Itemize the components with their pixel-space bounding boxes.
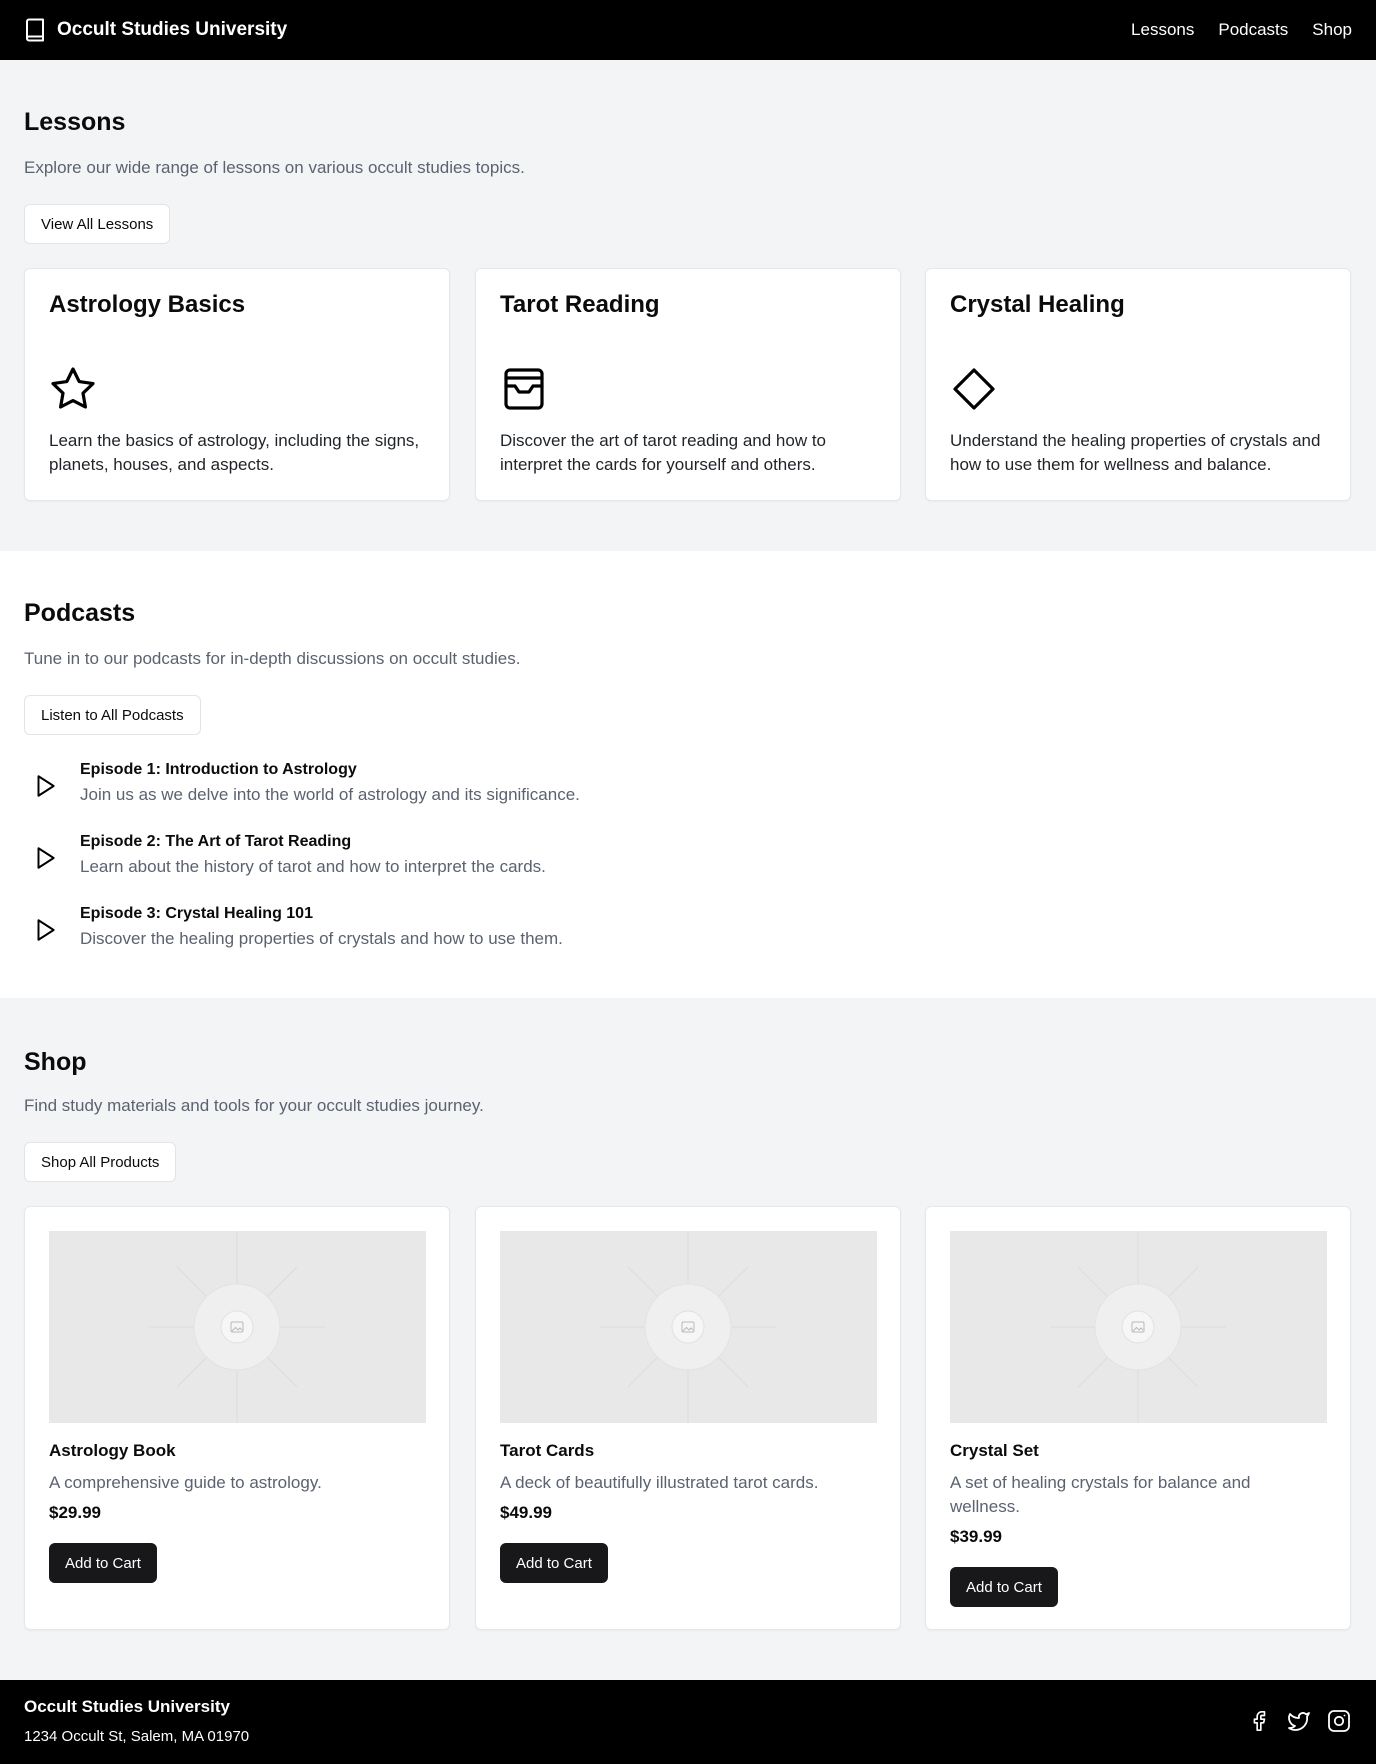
tarot-card-icon <box>500 365 548 413</box>
lesson-text: Understand the healing properties of cry… <box>950 431 1321 474</box>
product-description: A deck of beautifully illustrated tarot … <box>500 1473 819 1492</box>
add-to-cart-button[interactable]: Add to Cart <box>500 1543 608 1583</box>
product-card-astrology-book: Astrology Book A comprehensive guide to … <box>24 1206 450 1630</box>
facebook-icon[interactable] <box>1246 1708 1272 1734</box>
site-footer: Occult Studies University 1234 Occult St… <box>0 1680 1376 1764</box>
product-image-placeholder <box>950 1231 1327 1423</box>
episode-title: Episode 3: Crystal Healing 101 <box>80 905 313 922</box>
product-name: Crystal Set <box>950 1441 1039 1460</box>
product-description: A set of healing crystals for balance an… <box>950 1473 1251 1516</box>
twitter-icon[interactable] <box>1286 1708 1312 1734</box>
podcast-episode[interactable]: Episode 2: The Art of Tarot Reading Lear… <box>24 833 924 885</box>
nav-link-podcasts[interactable]: Podcasts <box>1218 20 1288 40</box>
brand[interactable]: Occult Studies University <box>24 18 287 42</box>
play-icon[interactable] <box>32 845 58 871</box>
footer-brand-name: Occult Studies University <box>24 1697 230 1716</box>
episode-description: Join us as we delve into the world of as… <box>80 785 580 804</box>
product-image-placeholder <box>49 1231 426 1423</box>
book-icon <box>24 18 46 42</box>
product-card-crystal-set: Crystal Set A set of healing crystals fo… <box>925 1206 1351 1630</box>
social-links <box>1246 1708 1352 1734</box>
product-price: $49.99 <box>500 1503 552 1522</box>
shop-title: Shop <box>24 1048 87 1076</box>
play-icon[interactable] <box>32 917 58 943</box>
lesson-card-astrology[interactable]: Astrology Basics Learn the basics of ast… <box>24 268 450 501</box>
nav-link-shop[interactable]: Shop <box>1312 20 1352 40</box>
lessons-title: Lessons <box>24 108 126 136</box>
product-price: $29.99 <box>49 1503 101 1522</box>
add-to-cart-button[interactable]: Add to Cart <box>950 1567 1058 1607</box>
nav-link-lessons[interactable]: Lessons <box>1131 20 1194 40</box>
episode-title: Episode 2: The Art of Tarot Reading <box>80 833 352 850</box>
lesson-title: Crystal Healing <box>950 291 1125 318</box>
product-image-placeholder <box>500 1231 877 1423</box>
play-icon[interactable] <box>32 773 58 799</box>
product-price: $39.99 <box>950 1527 1002 1546</box>
site-header: Occult Studies University Lessons Podcas… <box>0 0 1376 60</box>
podcast-episode[interactable]: Episode 1: Introduction to Astrology Joi… <box>24 761 924 813</box>
product-description: A comprehensive guide to astrology. <box>49 1473 322 1492</box>
podcasts-description: Tune in to our podcasts for in-depth dis… <box>24 649 521 668</box>
product-card-tarot-cards: Tarot Cards A deck of beautifully illust… <box>475 1206 901 1630</box>
add-to-cart-button[interactable]: Add to Cart <box>49 1543 157 1583</box>
podcast-episode[interactable]: Episode 3: Crystal Healing 101 Discover … <box>24 905 924 957</box>
shop-all-products-button[interactable]: Shop All Products <box>24 1142 177 1182</box>
lesson-text: Discover the art of tarot reading and ho… <box>500 431 827 474</box>
lesson-text: Learn the basics of astrology, including… <box>49 431 420 474</box>
lesson-card-tarot[interactable]: Tarot Reading Discover the art of tarot … <box>475 268 901 501</box>
crystal-diamond-icon <box>950 365 998 413</box>
podcasts-section: Podcasts Tune in to our podcasts for in-… <box>0 551 1376 998</box>
view-all-lessons-button[interactable]: View All Lessons <box>24 204 171 244</box>
shop-section: Shop Find study materials and tools for … <box>0 998 1376 1680</box>
shop-description: Find study materials and tools for your … <box>24 1096 484 1115</box>
footer-address: 1234 Occult St, Salem, MA 01970 <box>24 1728 250 1745</box>
main-nav: Lessons Podcasts Shop <box>1131 20 1352 40</box>
listen-all-podcasts-button[interactable]: Listen to All Podcasts <box>24 695 201 735</box>
lesson-title: Tarot Reading <box>500 291 660 318</box>
lessons-section: Lessons Explore our wide range of lesson… <box>0 60 1376 551</box>
product-name: Astrology Book <box>49 1441 176 1460</box>
podcasts-title: Podcasts <box>24 599 136 627</box>
lesson-title: Astrology Basics <box>49 291 246 318</box>
lessons-description: Explore our wide range of lessons on var… <box>24 158 525 177</box>
episode-description: Discover the healing properties of cryst… <box>80 929 563 948</box>
instagram-icon[interactable] <box>1326 1708 1352 1734</box>
episode-title: Episode 1: Introduction to Astrology <box>80 761 357 778</box>
brand-name: Occult Studies University <box>57 19 288 40</box>
product-name: Tarot Cards <box>500 1441 595 1460</box>
lesson-card-crystal[interactable]: Crystal Healing Understand the healing p… <box>925 268 1351 501</box>
episode-description: Learn about the history of tarot and how… <box>80 857 546 876</box>
star-icon <box>49 365 97 413</box>
